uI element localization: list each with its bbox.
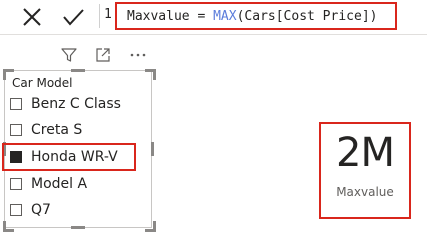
selected-item-highlight	[2, 143, 136, 171]
checkbox[interactable]	[10, 98, 22, 110]
filter-button[interactable]	[58, 44, 80, 66]
checkbox[interactable]	[10, 178, 22, 190]
commit-formula-button[interactable]	[59, 4, 87, 30]
slicer-item-model-a[interactable]: Model A	[10, 173, 87, 195]
slicer-item-label: Creta S	[31, 122, 83, 138]
slicer-item-creta-s[interactable]: Creta S	[10, 119, 82, 141]
resize-handle-top[interactable]	[71, 69, 85, 72]
measure-name: Maxvalue	[127, 8, 190, 24]
resize-handle-right[interactable]	[151, 142, 154, 156]
card-value: 2M	[336, 130, 395, 176]
checkbox[interactable]	[10, 204, 22, 216]
checkmark-icon	[63, 9, 84, 26]
focus-mode-button[interactable]	[92, 44, 114, 66]
formula-operator: =	[189, 8, 214, 24]
resize-corner-bottom-right[interactable]	[145, 221, 156, 232]
slicer-item-label: Q7	[31, 202, 51, 218]
formula-function: MAX	[213, 8, 237, 24]
formula-bar-divider	[99, 4, 100, 28]
more-options-button[interactable]	[127, 44, 149, 66]
slicer-item-q7[interactable]: Q7	[10, 199, 51, 221]
resize-corner-top-right[interactable]	[145, 69, 156, 80]
formula-argument: (Cars[Cost Price])	[236, 8, 378, 24]
filter-icon	[61, 48, 77, 62]
slicer-item-label: Model A	[31, 176, 88, 192]
card-label: Maxvalue	[336, 185, 394, 199]
resize-corner-bottom-left[interactable]	[3, 221, 14, 232]
slicer-title: Car Model	[12, 76, 73, 90]
cancel-formula-button[interactable]	[18, 4, 46, 30]
checkbox[interactable]	[10, 124, 22, 136]
close-icon	[23, 8, 41, 26]
formula-expression-input[interactable]: Maxvalue = MAX (Cars[Cost Price])	[115, 2, 397, 30]
slicer-item-benz-c-class[interactable]: Benz C Class	[10, 93, 121, 115]
slicer-item-label: Benz C Class	[31, 96, 121, 112]
formula-line-number: 1	[104, 7, 112, 22]
focus-mode-icon	[96, 48, 110, 62]
resize-handle-bottom[interactable]	[71, 226, 85, 229]
more-options-icon	[130, 53, 146, 57]
